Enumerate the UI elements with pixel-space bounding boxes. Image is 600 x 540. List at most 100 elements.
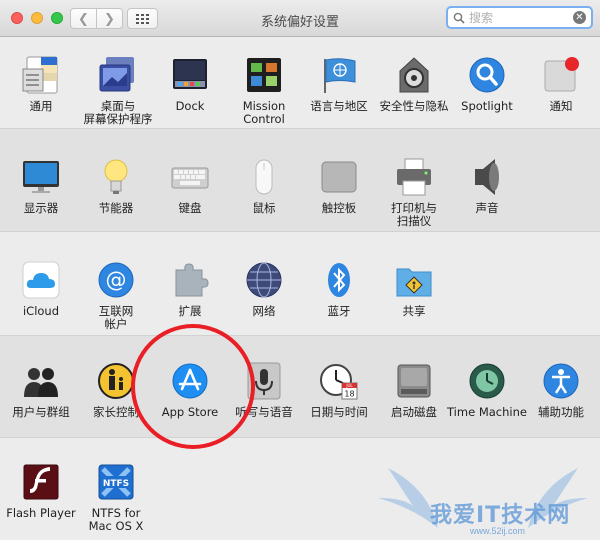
watermark-brand: 我爱IT技术网	[430, 503, 571, 528]
pane-app-store[interactable]: App Store	[150, 361, 230, 419]
ntfs-icon: NTFS	[98, 464, 134, 500]
pane-network[interactable]: 网络	[224, 260, 304, 318]
pane-mouse[interactable]: 鼠标	[224, 157, 304, 215]
watermark-url: www.52ij.com	[470, 526, 526, 536]
date-time-icon: JUL 18	[320, 364, 358, 400]
sharing-icon	[396, 268, 432, 297]
time-machine-icon	[469, 363, 505, 399]
pane-label: 通知	[549, 99, 573, 113]
printers-scanners-icon	[397, 158, 431, 196]
pane-keyboard[interactable]: 键盘	[150, 157, 230, 215]
pane-internet-accounts[interactable]: @ 互联网 帐户	[76, 260, 156, 331]
calendar-month: JUL	[345, 383, 353, 388]
keyboard-icon	[171, 167, 209, 189]
general-icon	[22, 56, 58, 94]
trackpad-icon	[321, 161, 357, 193]
pane-energy-saver[interactable]: 节能器	[76, 157, 156, 215]
pane-accessibility[interactable]: 辅助功能	[521, 361, 600, 419]
pane-label: 互联网 帐户	[98, 304, 134, 331]
pane-language-region[interactable]: 语言与地区	[299, 55, 379, 113]
accessibility-icon	[543, 363, 579, 399]
network-icon	[246, 262, 282, 298]
pane-label: 声音	[475, 201, 499, 215]
pane-extensions[interactable]: 扩展	[150, 260, 230, 318]
pane-sound[interactable]: 声音	[447, 157, 527, 215]
pane-label: Time Machine	[447, 405, 527, 419]
app-store-icon	[172, 363, 208, 399]
pane-label: App Store	[161, 405, 219, 419]
pane-mission-control[interactable]: Mission Control	[224, 55, 304, 126]
pane-displays[interactable]: 显示器	[1, 157, 81, 215]
search-icon	[453, 12, 465, 24]
pane-label: 节能器	[98, 201, 134, 215]
pane-label: 共享	[402, 304, 426, 318]
pane-label: 用户与群组	[12, 405, 70, 419]
pane-label: 触控板	[321, 201, 357, 215]
pane-printers-scanners[interactable]: 打印机与 扫描仪	[374, 157, 454, 228]
pane-label: 键盘	[178, 201, 202, 215]
pane-dictation-speech[interactable]: 听写与语音	[224, 361, 304, 419]
pane-startup-disk[interactable]: 启动磁盘	[374, 361, 454, 419]
pane-label: 鼠标	[252, 201, 276, 215]
pane-label: 网络	[252, 304, 276, 318]
pane-label: 通用	[29, 99, 53, 113]
pane-date-time[interactable]: JUL 18 日期与时间	[299, 361, 379, 419]
bluetooth-icon	[328, 263, 350, 297]
spotlight-icon	[469, 57, 505, 93]
pane-bluetooth[interactable]: 蓝牙	[299, 260, 379, 318]
notifications-icon	[544, 57, 579, 92]
pane-label: 家长控制	[93, 405, 139, 419]
language-region-icon	[324, 58, 356, 93]
pane-label: 日期与时间	[310, 405, 368, 419]
pane-spotlight[interactable]: Spotlight	[447, 55, 527, 113]
parental-controls-icon	[98, 363, 134, 399]
dictation-speech-icon	[247, 362, 281, 400]
pane-trackpad[interactable]: 触控板	[299, 157, 379, 215]
pane-sharing[interactable]: 共享	[374, 260, 454, 318]
security-privacy-icon	[399, 57, 429, 93]
sound-icon	[475, 159, 499, 195]
pane-security-privacy[interactable]: 安全性与隐私	[374, 55, 454, 113]
pane-label: NTFS for Mac OS X	[88, 506, 144, 533]
search-field[interactable]: ✕	[446, 6, 593, 29]
pane-label: 听写与语音	[235, 405, 293, 419]
users-groups-icon	[24, 368, 58, 397]
icloud-icon	[22, 261, 60, 299]
pane-label: Dock	[175, 99, 205, 113]
toolbar: ❮ ❯ 系统偏好设置 ✕	[0, 0, 600, 37]
svg-text:@: @	[106, 268, 127, 292]
extensions-icon	[175, 263, 209, 297]
startup-disk-icon	[397, 364, 431, 398]
desktop-screensaver-icon	[99, 57, 134, 92]
pane-label: 安全性与隐私	[379, 99, 449, 113]
pane-notifications[interactable]: 通知	[521, 55, 600, 113]
calendar-day: 18	[344, 390, 354, 399]
pane-label: Spotlight	[461, 99, 513, 113]
mouse-icon	[255, 159, 273, 195]
mission-control-icon	[247, 58, 281, 92]
displays-icon	[23, 161, 59, 193]
pane-users-groups[interactable]: 用户与群组	[1, 361, 81, 419]
pane-label: Flash Player	[6, 506, 76, 520]
clear-search-icon[interactable]: ✕	[573, 11, 586, 24]
pane-label: 蓝牙	[327, 304, 351, 318]
pane-time-machine[interactable]: Time Machine	[447, 361, 527, 419]
pane-general[interactable]: 通用	[1, 55, 81, 113]
flash-player-icon	[23, 464, 59, 500]
pane-dock[interactable]: Dock	[150, 55, 230, 113]
pane-label: 显示器	[23, 201, 59, 215]
pane-flash-player[interactable]: Flash Player	[1, 462, 81, 520]
energy-saver-icon	[104, 159, 128, 194]
pane-parental-controls[interactable]: 家长控制	[76, 361, 156, 419]
pane-label: 打印机与 扫描仪	[391, 201, 437, 228]
ntfs-logo-text: NTFS	[103, 479, 129, 489]
pane-label: 扩展	[178, 304, 202, 318]
pane-label: Mission Control	[242, 99, 286, 126]
pane-label: 语言与地区	[310, 99, 368, 113]
pane-desktop-screensaver[interactable]: 桌面与 屏幕保护程序	[78, 55, 158, 126]
pane-ntfs[interactable]: NTFS NTFS for Mac OS X	[76, 462, 156, 533]
pane-icloud[interactable]: iCloud	[1, 260, 81, 318]
pane-label: 启动磁盘	[391, 405, 437, 419]
search-input[interactable]	[469, 10, 569, 25]
dock-icon	[173, 59, 207, 89]
